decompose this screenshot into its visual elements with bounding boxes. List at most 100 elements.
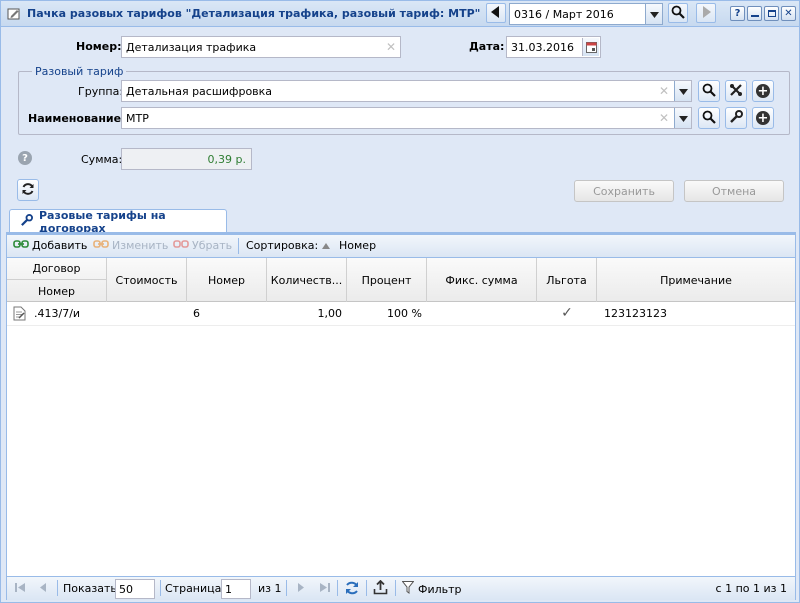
search-icon [671,5,685,22]
pager-separator [337,580,338,596]
next-period-button[interactable] [696,3,716,23]
sort-label: Сортировка: [246,239,319,252]
pager-summary: с 1 по 1 из 1 [715,582,787,595]
first-page-icon[interactable] [15,582,26,596]
sum-label: Сумма: [81,153,123,166]
period-combo[interactable]: 0316 / Март 2016 [509,3,663,25]
sort-field-label: Номер [339,239,377,252]
number-field-value: Детализация трафика [126,41,257,54]
edit-button[interactable]: Изменить [93,239,168,252]
page-input[interactable]: 1 [221,579,251,599]
remove-button[interactable]: Убрать [173,239,232,252]
name-edit-button[interactable] [725,107,747,129]
name-label: Наименование: [28,112,126,125]
cancel-button[interactable]: Отмена [684,180,784,202]
column-header-note[interactable]: Примечание [597,258,795,302]
date-label: Дата: [469,40,505,53]
page-size-input[interactable]: 50 [115,579,155,599]
close-button[interactable]: ✕ [781,6,796,21]
grid-toolbar: Добавить Изменить Убрать Сортировка: Ном… [7,235,795,258]
period-dropdown-trigger[interactable] [645,4,662,24]
page-label: Страница [165,582,222,595]
tab-one-time-tariffs-on-contracts[interactable]: Разовые тарифы на договорах [9,209,227,235]
group-label: Группа: [78,85,124,98]
period-value: 0316 / Март 2016 [514,8,614,21]
column-header-cost[interactable]: Стоимость [107,258,187,302]
clear-icon[interactable]: ✕ [386,40,396,54]
help-icon[interactable]: ? [18,151,32,165]
remove-button-label: Убрать [192,239,233,252]
link-add-icon [13,239,29,252]
help-button[interactable]: ? [730,6,745,21]
chevron-down-icon [650,8,659,21]
next-page-icon[interactable] [297,582,305,596]
add-button-label: Добавить [32,239,88,252]
column-header-benefit[interactable]: Льгота [537,258,597,302]
add-button[interactable]: Добавить [13,239,87,252]
filter-icon [401,581,415,597]
grid-panel: Добавить Изменить Убрать Сортировка: Ном… [6,234,796,600]
column-header-contract[interactable]: Договор [7,258,107,280]
cell-contract: .413/7/и [34,307,81,320]
tools-icon [729,83,743,100]
calendar-icon[interactable] [582,38,599,56]
arrow-left-icon [491,5,501,21]
export-icon[interactable] [373,579,388,598]
table-row[interactable]: .413/7/и 6 1,00 100 % ✓ 123123123 [7,302,795,326]
date-field[interactable]: 31.03.2016 [506,36,601,58]
name-combo[interactable]: МТР ✕ [121,107,692,129]
group-combo[interactable]: Детальная расшифровка ✕ [121,80,692,102]
column-header-percent[interactable]: Процент [347,258,427,302]
last-page-icon[interactable] [319,582,330,596]
date-field-value: 31.03.2016 [511,41,574,54]
number-label: Номер: [76,40,122,53]
chevron-down-icon [678,85,688,98]
refresh-button[interactable] [17,179,39,201]
name-combo-value: МТР [126,112,149,125]
filter-button[interactable]: Фильтр [401,581,462,597]
chevron-down-icon [678,112,688,125]
title-bar: Пачка разовых тарифов "Детализация трафи… [1,1,799,27]
refresh-icon[interactable] [344,580,360,599]
group-dropdown-trigger[interactable] [674,81,691,101]
minimize-button[interactable] [747,6,762,21]
edit-button-label: Изменить [112,239,169,252]
pager-separator [286,580,287,596]
name-add-button[interactable]: + [752,107,774,129]
column-header-quantity[interactable]: Количеств... [267,258,347,302]
column-header-fixed-sum[interactable]: Фикс. сумма [427,258,537,302]
wrench-icon [20,213,33,230]
clear-icon[interactable]: ✕ [659,84,669,98]
group-combo-value: Детальная расшифровка [126,85,273,98]
clear-icon[interactable]: ✕ [659,111,669,125]
document-icon [13,306,26,324]
arrow-right-icon [701,5,711,21]
close-icon: ✕ [784,7,793,19]
pager-separator [57,580,58,596]
group-settings-button[interactable] [725,80,747,102]
save-button[interactable]: Сохранить [574,180,674,202]
column-header-number[interactable]: Номер [187,258,267,302]
period-search-button[interactable] [668,3,688,23]
search-icon [702,83,716,100]
refresh-icon [21,182,35,199]
maximize-button[interactable] [764,6,779,21]
plus-icon: + [756,83,770,99]
pager-separator [160,580,161,596]
name-search-button[interactable] [698,107,720,129]
sort-number-button[interactable]: Номер [322,239,376,252]
sum-field-value: 0,39 р. [207,153,246,166]
cell-number: 6 [193,307,200,320]
pager-separator [395,580,396,596]
previous-page-icon[interactable] [39,582,47,596]
toolbar-separator [238,238,239,254]
previous-period-button[interactable] [486,3,506,23]
group-add-button[interactable]: + [752,80,774,102]
pager-toolbar: Показать 50 Страница 1 из 1 Фильтр с 1 п… [7,576,795,600]
column-header-contract-number[interactable]: Номер [7,280,107,302]
name-dropdown-trigger[interactable] [674,108,691,128]
group-search-button[interactable] [698,80,720,102]
minimize-icon [750,15,759,17]
number-field[interactable]: Детализация трафика ✕ [121,36,401,58]
search-icon [702,110,716,127]
